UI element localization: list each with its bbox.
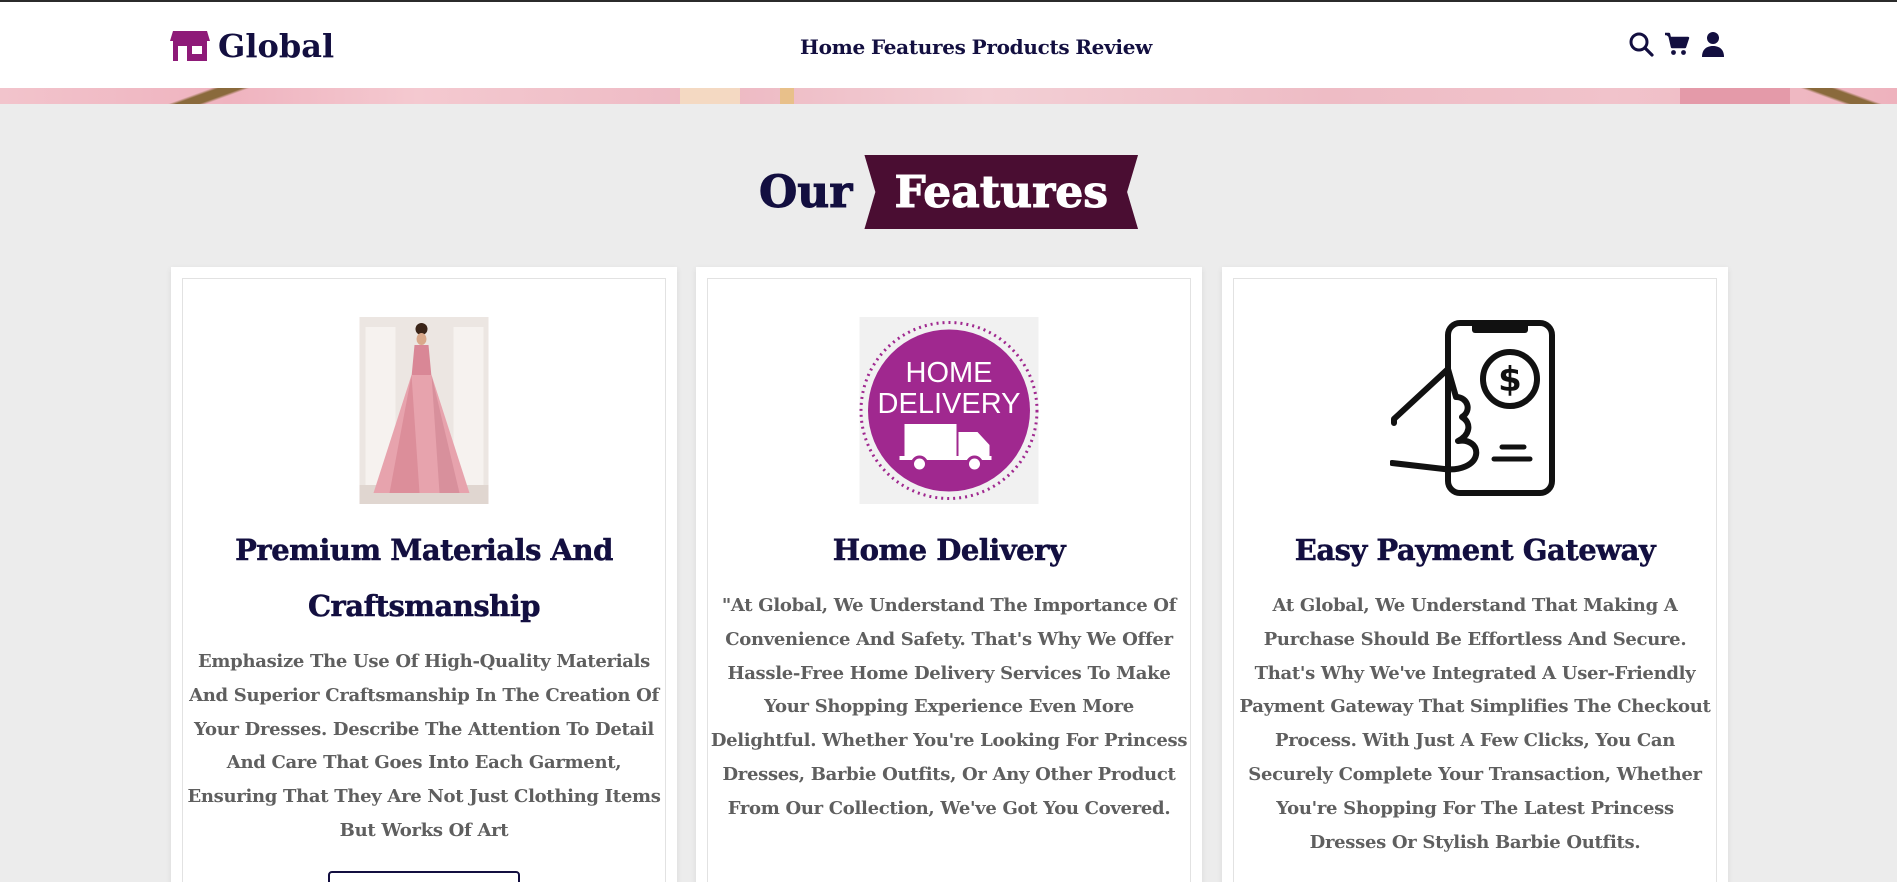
badge-text-home: HOME (906, 357, 993, 389)
nav-home[interactable]: Home (800, 35, 865, 59)
svg-text:$: $ (1498, 360, 1522, 400)
nav-review[interactable]: Review (1075, 35, 1152, 59)
heading-plain-text: Our (758, 166, 853, 218)
heading-ribbon: Features (864, 155, 1139, 229)
pink-gown-photo (359, 317, 489, 504)
feature-card-payment: $ Easy Payment Gateway At Global, We Und… (1222, 267, 1728, 882)
home-delivery-badge: HOME DELIVERY (859, 317, 1039, 504)
feature-card-materials: Premium Materials And Craftsmanship Emph… (171, 267, 677, 882)
site-header: Global Home Features Products Review (0, 2, 1897, 88)
cart-icon (1665, 32, 1690, 55)
hand-phone-payment-icon: $ (1389, 319, 1560, 499)
card-title: Home Delivery (832, 533, 1066, 568)
card-text: "At Global, We Understand The Importance… (710, 595, 1188, 819)
search-icon (1629, 32, 1654, 57)
hero-banner-strip (0, 88, 1897, 104)
brand-name: Global (218, 27, 335, 65)
feature-card-delivery: HOME DELIVERY Home Delivery "At Global, … (696, 267, 1202, 882)
features-heading: Our Features (0, 154, 1897, 230)
card-text: At Global, We Understand That Making A P… (1239, 595, 1711, 853)
account-button[interactable] (1699, 29, 1727, 59)
cart-button[interactable] (1663, 29, 1691, 59)
card-title: Premium Materials And Craftsmanship (235, 533, 614, 624)
read-more-button[interactable] (328, 871, 520, 882)
card-title: Easy Payment Gateway (1294, 533, 1656, 568)
main-nav: Home Features Products Review (800, 30, 1152, 64)
search-button[interactable] (1627, 29, 1655, 59)
shop-icon (170, 31, 210, 61)
header-icons (1627, 29, 1727, 59)
heading-highlight-text: Features (894, 166, 1109, 218)
nav-products[interactable]: Products (972, 35, 1070, 59)
brand-logo[interactable]: Global (170, 26, 334, 66)
card-text: Emphasize The Use Of High-Quality Materi… (187, 651, 661, 841)
nav-features[interactable]: Features (871, 35, 966, 59)
badge-text-delivery: DELIVERY (878, 388, 1021, 420)
user-icon (1702, 32, 1724, 57)
